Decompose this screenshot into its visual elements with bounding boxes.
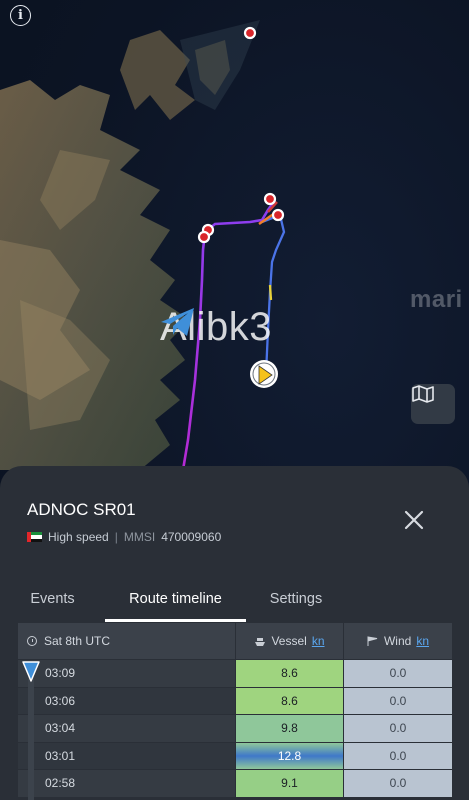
mmsi-label: MMSI xyxy=(123,530,156,544)
wind-speed-cell: 0.0 xyxy=(343,742,452,769)
wind-speed-header: Wind kn xyxy=(343,623,452,659)
time-column-header: Sat 8th UTC xyxy=(18,623,235,659)
vessel-speed-cell: 8.6 xyxy=(235,660,343,687)
ship-icon xyxy=(255,637,266,646)
close-icon xyxy=(404,510,424,530)
vessel-status: High speed xyxy=(48,530,109,544)
mmsi-value: 470009060 xyxy=(161,530,222,544)
table-row[interactable]: 03:01 12.8 0.0 xyxy=(18,742,452,770)
wind-speed-cell: 0.0 xyxy=(343,770,452,797)
brand-watermark: mari xyxy=(410,286,463,313)
vessel-subline: High speed | MMSI 470009060 xyxy=(27,530,221,544)
time-cell: 03:04 xyxy=(18,715,235,742)
clock-icon xyxy=(27,636,37,646)
timeline-cursor-icon[interactable] xyxy=(22,661,40,683)
table-row[interactable]: 03:09 8.6 0.0 xyxy=(18,660,452,688)
route-timeline-table: Sat 8th UTC Vessel kn Wind kn 03:09 8.6 xyxy=(18,623,452,800)
close-button[interactable] xyxy=(402,508,426,532)
table-row[interactable]: 03:06 8.6 0.0 xyxy=(18,687,452,715)
map-layers-button[interactable] xyxy=(411,384,455,424)
vessel-details-panel: ADNOC SR01 High speed | MMSI 470009060 E… xyxy=(0,466,469,800)
vessel-speed-cell: 12.8 xyxy=(235,742,343,769)
vessel-speed-header: Vessel kn xyxy=(235,623,343,659)
separator: | xyxy=(114,530,118,544)
time-cell: 03:09 xyxy=(18,660,235,687)
tab-route-timeline[interactable]: Route timeline xyxy=(105,576,246,622)
timeline-rows: 03:09 8.6 0.0 03:06 8.6 0.0 03:04 9.8 0.… xyxy=(18,660,452,798)
vessel-route-segment xyxy=(261,213,286,375)
wind-header-label: Wind xyxy=(383,634,412,648)
wind-unit-link[interactable]: kn xyxy=(416,634,429,648)
time-cell: 03:06 xyxy=(18,687,235,714)
vessel-position-marker xyxy=(250,360,278,388)
table-row[interactable]: 02:58 9.1 0.0 xyxy=(18,770,452,798)
channel-watermark: Alibk3 xyxy=(160,305,272,350)
telegram-icon xyxy=(161,308,194,336)
time-cell: 03:01 xyxy=(18,742,235,769)
info-icon[interactable]: i xyxy=(10,5,31,26)
vessel-speed-cell: 8.6 xyxy=(235,687,343,714)
wind-speed-cell: 0.0 xyxy=(343,660,452,687)
vessel-speed-cell: 9.1 xyxy=(235,770,343,797)
table-header: Sat 8th UTC Vessel kn Wind kn xyxy=(18,623,452,659)
tab-settings[interactable]: Settings xyxy=(246,576,346,622)
time-cell: 02:58 xyxy=(18,770,235,797)
wind-speed-cell: 0.0 xyxy=(343,715,452,742)
wind-speed-cell: 0.0 xyxy=(343,687,452,714)
vessel-name: ADNOC SR01 xyxy=(27,500,136,519)
table-row[interactable]: 03:04 9.8 0.0 xyxy=(18,715,452,743)
vessel-header-label: Vessel xyxy=(271,634,307,648)
panel-tabs: Events Route timeline Settings xyxy=(0,576,469,622)
tab-events[interactable]: Events xyxy=(0,576,105,622)
flag-icon xyxy=(27,532,42,542)
vessel-speed-cell: 9.8 xyxy=(235,715,343,742)
vessel-unit-link[interactable]: kn xyxy=(312,634,325,648)
map-layers-icon xyxy=(412,385,434,403)
date-header: Sat 8th UTC xyxy=(44,634,111,648)
wind-icon xyxy=(367,635,378,646)
timeline-rail xyxy=(28,663,34,800)
